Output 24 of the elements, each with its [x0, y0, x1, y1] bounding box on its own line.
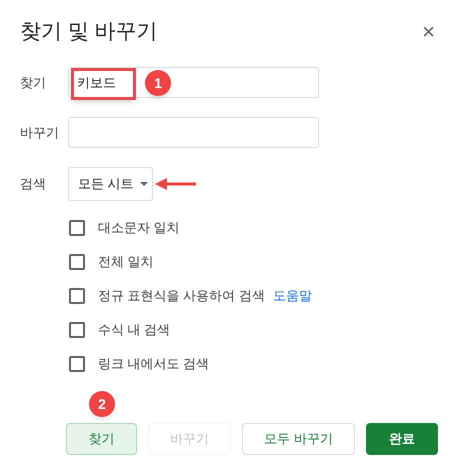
option-label: 정규 표현식을 사용하여 검색 — [98, 286, 265, 305]
field-label: 검색 — [20, 175, 47, 194]
option-label: 전체 일치 — [98, 252, 154, 271]
text-field[interactable] — [68, 117, 319, 148]
caret-icon — [140, 182, 148, 186]
text-field[interactable]: 키보드 1 — [68, 67, 319, 98]
step-badge: 2 — [89, 391, 115, 417]
checkbox[interactable] — [69, 322, 85, 338]
checkbox[interactable] — [69, 254, 85, 270]
option-label: 링크 내에서도 검색 — [98, 354, 210, 373]
scope-dropdown[interactable]: 모든 시트 — [68, 167, 153, 201]
checkbox[interactable] — [69, 288, 85, 304]
field-label: 찾기 — [20, 74, 47, 92]
option-label: 수식 내 검색 — [98, 320, 170, 339]
option-label: 대소문자 일치 — [98, 218, 180, 237]
step-badge: 1 — [145, 70, 171, 96]
checkbox[interactable] — [69, 356, 85, 372]
close-button[interactable]: × — [422, 21, 435, 43]
dialog-button[interactable]: 모두 바꾸기 — [242, 423, 355, 455]
help-link[interactable]: 도움말 — [272, 286, 312, 306]
dialog-button[interactable]: 완료 — [366, 423, 438, 455]
field-label: 바꾸기 — [20, 124, 60, 142]
checkbox[interactable] — [69, 220, 85, 236]
dialog-title: 찾기 및 바꾸기 — [20, 19, 158, 46]
